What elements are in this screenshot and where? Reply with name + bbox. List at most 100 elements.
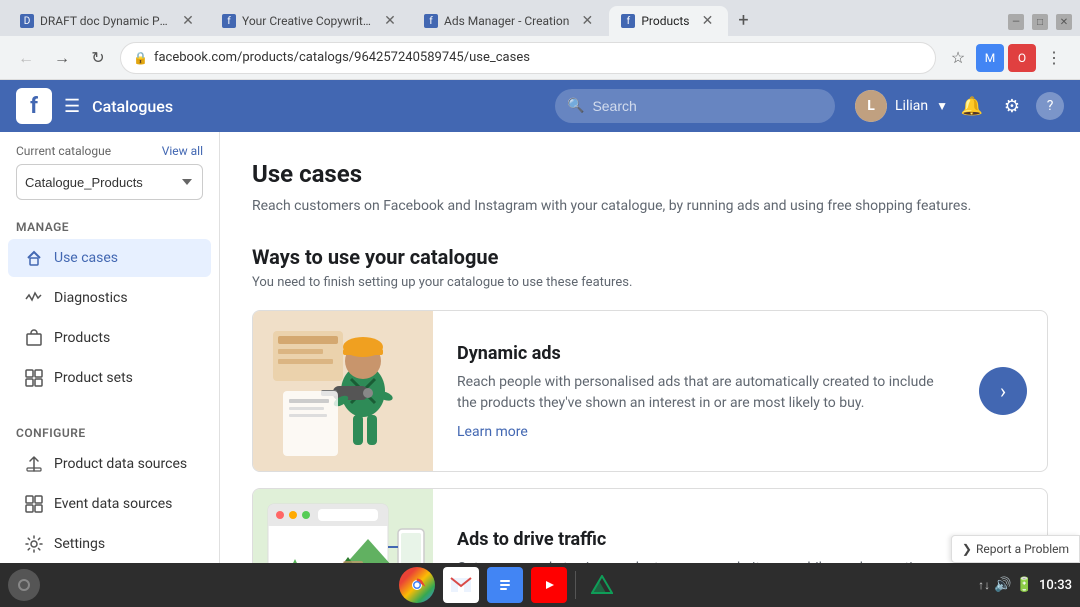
help-icon[interactable]: ?	[1036, 92, 1064, 120]
system-tray-icons: ↑↓ 🔊 🔋	[978, 577, 1033, 593]
tab-label-draft: DRAFT doc Dynamic Product Ac	[40, 14, 170, 28]
sidebar-label-event-data-sources: Event data sources	[54, 496, 172, 512]
taskbar-docs[interactable]	[487, 567, 523, 603]
address-bar[interactable]: 🔒 facebook.com/products/catalogs/9642572…	[120, 42, 936, 74]
dynamic-ads-image	[253, 311, 433, 471]
taskbar-drive[interactable]	[584, 567, 620, 603]
taskbar-chrome[interactable]	[399, 567, 435, 603]
traffic-ads-card: Ads to drive traffic Get more people to …	[252, 488, 1048, 563]
url-text: facebook.com/products/catalogs/964257240…	[154, 50, 530, 65]
view-all-link[interactable]: View all	[162, 144, 203, 158]
tab-favicon-ads-manager: f	[424, 14, 438, 28]
sidebar-item-use-cases[interactable]: Use cases	[8, 239, 211, 277]
reload-button[interactable]: ↻	[84, 44, 112, 72]
taskbar-time: 10:33	[1039, 578, 1072, 593]
main-inner: Use cases Reach customers on Facebook an…	[220, 132, 1080, 563]
sidebar-label-use-cases: Use cases	[54, 250, 118, 266]
tab-close-draft[interactable]: ✕	[180, 13, 196, 29]
back-button[interactable]: ←	[12, 44, 40, 72]
browser-toolbar: ← → ↻ 🔒 facebook.com/products/catalogs/9…	[0, 36, 1080, 80]
products-icon	[24, 328, 44, 348]
search-icon: 🔍	[567, 98, 584, 114]
current-catalogue-label: Current catalogue View all	[16, 144, 203, 158]
taskbar-separator	[575, 571, 576, 599]
new-tab-button[interactable]: +	[730, 6, 758, 34]
configure-section-label: Configure	[0, 414, 219, 444]
extension-button-2[interactable]: O	[1008, 44, 1036, 72]
taskbar-gmail[interactable]	[443, 567, 479, 603]
settings-icon[interactable]: ⚙	[996, 90, 1028, 122]
tab-close-copywriter[interactable]: ✕	[382, 13, 398, 29]
tab-ads-manager[interactable]: f Ads Manager - Creation ✕	[412, 6, 607, 36]
sidebar-item-settings[interactable]: Settings	[8, 525, 211, 563]
lock-icon: 🔒	[133, 51, 148, 65]
sidebar-item-event-data-sources[interactable]: Event data sources	[8, 485, 211, 523]
taskbar-youtube[interactable]	[531, 567, 567, 603]
taskbar-center	[399, 567, 620, 603]
sidebar-label-product-sets: Product sets	[54, 370, 133, 386]
fb-body: Current catalogue View all Catalogue_Pro…	[0, 132, 1080, 563]
dynamic-ads-card: Dynamic ads Reach people with personalis…	[252, 310, 1048, 472]
tab-close-products[interactable]: ✕	[700, 13, 716, 29]
search-input[interactable]	[592, 98, 823, 114]
user-dropdown-icon[interactable]: ▼	[936, 99, 948, 113]
sidebar-label-diagnostics: Diagnostics	[54, 290, 128, 306]
taskbar: ↑↓ 🔊 🔋 10:33	[0, 563, 1080, 607]
taskbar-left	[8, 569, 40, 601]
sidebar-item-product-data-sources[interactable]: Product data sources	[8, 445, 211, 483]
dynamic-ads-desc: Reach people with personalised ads that …	[457, 372, 955, 414]
report-problem-label: Report a Problem	[976, 542, 1069, 556]
dynamic-ads-title: Dynamic ads	[457, 343, 955, 364]
facebook-app: f ☰ Catalogues 🔍 L Lilian ▼ 🔔 ⚙ ?	[0, 80, 1080, 563]
tab-favicon-products: f	[621, 14, 635, 28]
dynamic-ads-action-button[interactable]: ›	[979, 367, 1027, 415]
tab-products[interactable]: f Products ✕	[609, 6, 727, 36]
use-cases-icon	[24, 248, 44, 268]
tab-draft-doc[interactable]: D DRAFT doc Dynamic Product Ac ✕	[8, 6, 208, 36]
sidebar-item-diagnostics[interactable]: Diagnostics	[8, 279, 211, 317]
hamburger-button[interactable]: ☰	[64, 96, 80, 117]
report-problem-button[interactable]: ❯ Report a Problem	[951, 535, 1080, 563]
sidebar-item-product-sets[interactable]: Product sets	[8, 359, 211, 397]
sidebar-item-products[interactable]: Products	[8, 319, 211, 357]
forward-button[interactable]: →	[48, 44, 76, 72]
traffic-ads-image	[253, 489, 433, 563]
fb-header: f ☰ Catalogues 🔍 L Lilian ▼ 🔔 ⚙ ?	[0, 80, 1080, 132]
tab-label-copywriter: Your Creative Copywriter	[242, 14, 372, 28]
battery-icon: 🔋	[1016, 577, 1033, 593]
restore-button[interactable]: □	[1032, 14, 1048, 30]
product-data-sources-icon	[24, 454, 44, 474]
manage-section-label: Manage	[0, 208, 219, 238]
bookmark-button[interactable]: ☆	[944, 44, 972, 72]
sidebar: Current catalogue View all Catalogue_Pro…	[0, 132, 220, 563]
header-actions: L Lilian ▼ 🔔 ⚙ ?	[855, 90, 1064, 122]
minimize-button[interactable]: —	[1008, 14, 1024, 30]
chevron-right-icon: ›	[1000, 379, 1006, 403]
wifi-icon: ↑↓	[978, 578, 990, 592]
close-button[interactable]: ✕	[1056, 14, 1072, 30]
tab-close-ads-manager[interactable]: ✕	[579, 13, 595, 29]
menu-button[interactable]: ⋮	[1040, 44, 1068, 72]
avatar: L	[855, 90, 887, 122]
traffic-ads-body: Ads to drive traffic Get more people to …	[433, 509, 979, 564]
search-bar[interactable]: 🔍	[555, 89, 835, 123]
browser-title-bar: D DRAFT doc Dynamic Product Ac ✕ f Your …	[0, 0, 1080, 36]
window-controls: — □ ✕	[1008, 14, 1072, 36]
main-content: Use cases Reach customers on Facebook an…	[220, 132, 1080, 563]
traffic-ads-title: Ads to drive traffic	[457, 529, 955, 550]
tab-copywriter[interactable]: f Your Creative Copywriter ✕	[210, 6, 410, 36]
catalogues-label: Catalogues	[92, 97, 173, 116]
tab-favicon-draft: D	[20, 14, 34, 28]
report-chevron-icon: ❯	[962, 542, 972, 556]
volume-icon: 🔊	[994, 577, 1011, 593]
dynamic-ads-learn-more[interactable]: Learn more	[457, 424, 528, 440]
page-subtitle: Reach customers on Facebook and Instagra…	[252, 196, 1048, 217]
catalogue-select[interactable]: Catalogue_Products	[16, 164, 203, 200]
sidebar-label-products: Products	[54, 330, 110, 346]
event-data-sources-icon	[24, 494, 44, 514]
tab-label-ads-manager: Ads Manager - Creation	[444, 14, 569, 28]
extension-button-1[interactable]: M	[976, 44, 1004, 72]
taskbar-system-indicator[interactable]	[8, 569, 40, 601]
bell-icon[interactable]: 🔔	[956, 90, 988, 122]
catalogue-section: Current catalogue View all Catalogue_Pro…	[0, 132, 219, 208]
